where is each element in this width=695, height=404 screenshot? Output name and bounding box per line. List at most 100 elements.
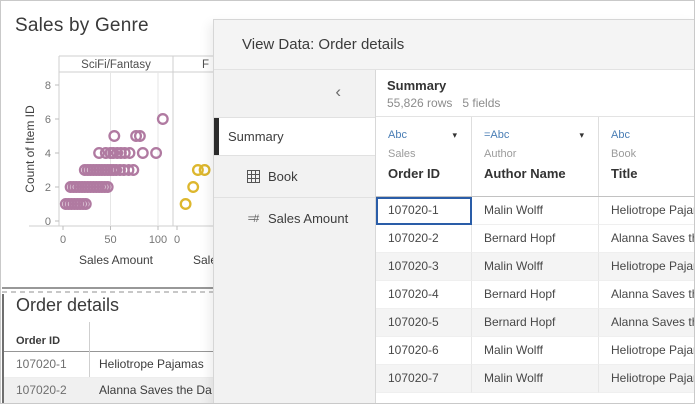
data-point[interactable] (151, 148, 161, 158)
table-cell[interactable]: 107020-2 (376, 225, 472, 253)
data-table-rows: 107020-1Malin WolffHeliotrope Pajamas107… (376, 197, 695, 393)
divider-dashes (2, 291, 213, 293)
order-row[interactable]: 107020-2Alanna Saves the Da (4, 378, 215, 404)
modal-titlebar: View Data: Order details (214, 20, 695, 70)
table-cell[interactable]: Malin Wolff (472, 337, 599, 365)
data-table-header: Abc▾SalesOrder ID=Abc▾AuthorAuthor NameA… (376, 117, 695, 197)
table-row[interactable]: 107020-4Bernard HopfAlanna Saves the Day (376, 281, 695, 309)
row-count: 55,826 rows (387, 96, 452, 110)
table-cell[interactable]: 107020-6 (376, 337, 472, 365)
scatter-marks-scifi-fantasy[interactable] (61, 114, 168, 209)
svg-text:100: 100 (149, 234, 167, 246)
column-name: Author Name (484, 166, 598, 181)
sidebar-item-sales-amount[interactable]: =# Sales Amount (214, 197, 375, 239)
field-source-label: Sales (388, 148, 471, 160)
order-details-header-row: Order ID (4, 334, 215, 352)
tableau-dashboard: Sales by Genre SciFi/FantasyF02468050100… (0, 0, 695, 404)
sidebar-collapse-row: ‹ (214, 70, 375, 117)
field-source-label: Author (484, 148, 598, 160)
table-cell[interactable]: Bernard Hopf (472, 309, 599, 337)
table-row[interactable]: 107020-6Malin WolffHeliotrope Pajamas (376, 337, 695, 365)
table-cell[interactable]: Heliotrope Pajamas (599, 197, 695, 225)
table-row[interactable]: 107020-5Bernard HopfAlanna Saves the Day (376, 309, 695, 337)
sidebar-item-label: Summary (228, 129, 284, 144)
summary-subtitle: 55,826 rows 5 fields (387, 96, 695, 110)
calculated-number-icon: =# (246, 212, 260, 226)
table-cell[interactable]: Bernard Hopf (472, 281, 599, 309)
table-cell[interactable]: Heliotrope Pajamas (599, 365, 695, 393)
column-header-author-name[interactable]: =Abc▾AuthorAuthor Name (472, 117, 599, 196)
column-dropdown-icon[interactable]: ▾ (452, 130, 457, 141)
table-cell[interactable]: 107020-7 (376, 365, 472, 393)
table-cell[interactable]: Malin Wolff (472, 197, 599, 225)
table-cell[interactable]: 107020-1 (376, 197, 472, 225)
data-point[interactable] (200, 165, 210, 175)
table-row[interactable]: 107020-2Bernard HopfAlanna Saves the Day (376, 225, 695, 253)
sidebar-item-label: Sales Amount (268, 211, 348, 226)
order-id-cell[interactable]: 107020-2 (4, 378, 90, 403)
sidebar-item-summary[interactable]: Summary (214, 117, 375, 155)
collapse-sidebar-icon[interactable]: ‹ (335, 82, 341, 102)
order-id-cell[interactable]: 107020-1 (4, 352, 90, 377)
book-title-cell[interactable]: Heliotrope Pajamas (90, 352, 215, 377)
scatter-marks-f[interactable] (181, 165, 210, 209)
field-source-label: Book (611, 148, 695, 160)
field-count: 5 fields (462, 96, 500, 110)
column-dropdown-icon[interactable]: ▾ (579, 130, 584, 141)
table-row[interactable]: 107020-7Malin WolffHeliotrope Pajamas (376, 365, 695, 393)
table-cell[interactable]: 107020-5 (376, 309, 472, 337)
svg-text:50: 50 (104, 234, 116, 246)
svg-text:4: 4 (45, 148, 51, 160)
svg-text:0: 0 (174, 234, 180, 246)
table-cell[interactable]: Heliotrope Pajamas (599, 337, 695, 365)
table-cell[interactable]: Heliotrope Pajamas (599, 253, 695, 281)
order-details-title: Order details (16, 295, 119, 316)
order-id-column-header[interactable]: Order ID (16, 335, 60, 347)
table-icon (246, 170, 260, 184)
table-cell[interactable]: Alanna Saves the Day (599, 225, 695, 253)
sidebar-item-book[interactable]: Book (214, 155, 375, 197)
svg-text:0: 0 (45, 216, 51, 228)
view-data-sidebar: ‹ Summary Book =# Sales Amount (214, 70, 376, 404)
table-cell[interactable]: Malin Wolff (472, 253, 599, 281)
table-cell[interactable]: Alanna Saves the Day (599, 309, 695, 337)
order-row[interactable]: 107020-1Heliotrope Pajamas (4, 352, 215, 378)
sales-by-genre-sheet: Sales by Genre SciFi/FantasyF02468050100… (1, 1, 219, 287)
view-data-modal: View Data: Order details ‹ SummaryBook=#… (213, 19, 695, 404)
y-axis-title: Count of Item ID (23, 105, 37, 193)
table-cell[interactable]: Malin Wolff (472, 365, 599, 393)
data-point[interactable] (158, 114, 168, 124)
data-point[interactable] (181, 199, 191, 209)
selected-indicator (214, 118, 219, 155)
svg-text:8: 8 (45, 80, 51, 92)
table-row[interactable]: 107020-3Malin WolffHeliotrope Pajamas (376, 253, 695, 281)
column-name: Title (611, 166, 695, 181)
order-details-sheet: Order details Order ID 107020-1Heliotrop… (2, 294, 215, 404)
genre-label-scifi-fantasy: SciFi/Fantasy (81, 59, 151, 71)
svg-text:6: 6 (45, 114, 51, 126)
column-header-order-id[interactable]: Abc▾ Sales Order ID (376, 117, 472, 196)
modal-title: View Data: Order details (242, 36, 404, 53)
genre-label-partial: F (202, 59, 209, 71)
x-axis-title: Sales Amount (79, 253, 154, 267)
sales-by-genre-chart[interactable]: SciFi/FantasyF02468050100Sales Amount0Sa… (1, 1, 219, 287)
order-details-rows: 107020-1Heliotrope Pajamas107020-2Alanna… (4, 352, 215, 404)
view-data-main: Summary 55,826 rows5 fields Abc▾SalesOrd… (376, 70, 695, 404)
modal-body: ‹ Summary Book =# Sales Amount Summary 55,8… (214, 70, 695, 404)
book-title-cell[interactable]: Alanna Saves the Da (90, 378, 215, 403)
table-row[interactable]: 107020-1Malin WolffHeliotrope Pajamas (376, 197, 695, 225)
summary-tab-title: Summary (387, 78, 695, 93)
data-point[interactable] (188, 182, 198, 192)
field-type-icon: Abc (388, 129, 471, 141)
column-header-title[interactable]: Abc Book Title (599, 117, 695, 196)
svg-text:2: 2 (45, 182, 51, 194)
table-cell[interactable]: 107020-4 (376, 281, 472, 309)
svg-text:0: 0 (60, 234, 66, 246)
table-cell[interactable]: 107020-3 (376, 253, 472, 281)
table-cell[interactable]: Alanna Saves the Day (599, 281, 695, 309)
data-point[interactable] (138, 148, 148, 158)
column-name: Order ID (388, 166, 471, 181)
field-type-icon: Abc (611, 129, 695, 141)
summary-header: Summary 55,826 rows 5 fields (376, 70, 695, 117)
table-cell[interactable]: Bernard Hopf (472, 225, 599, 253)
